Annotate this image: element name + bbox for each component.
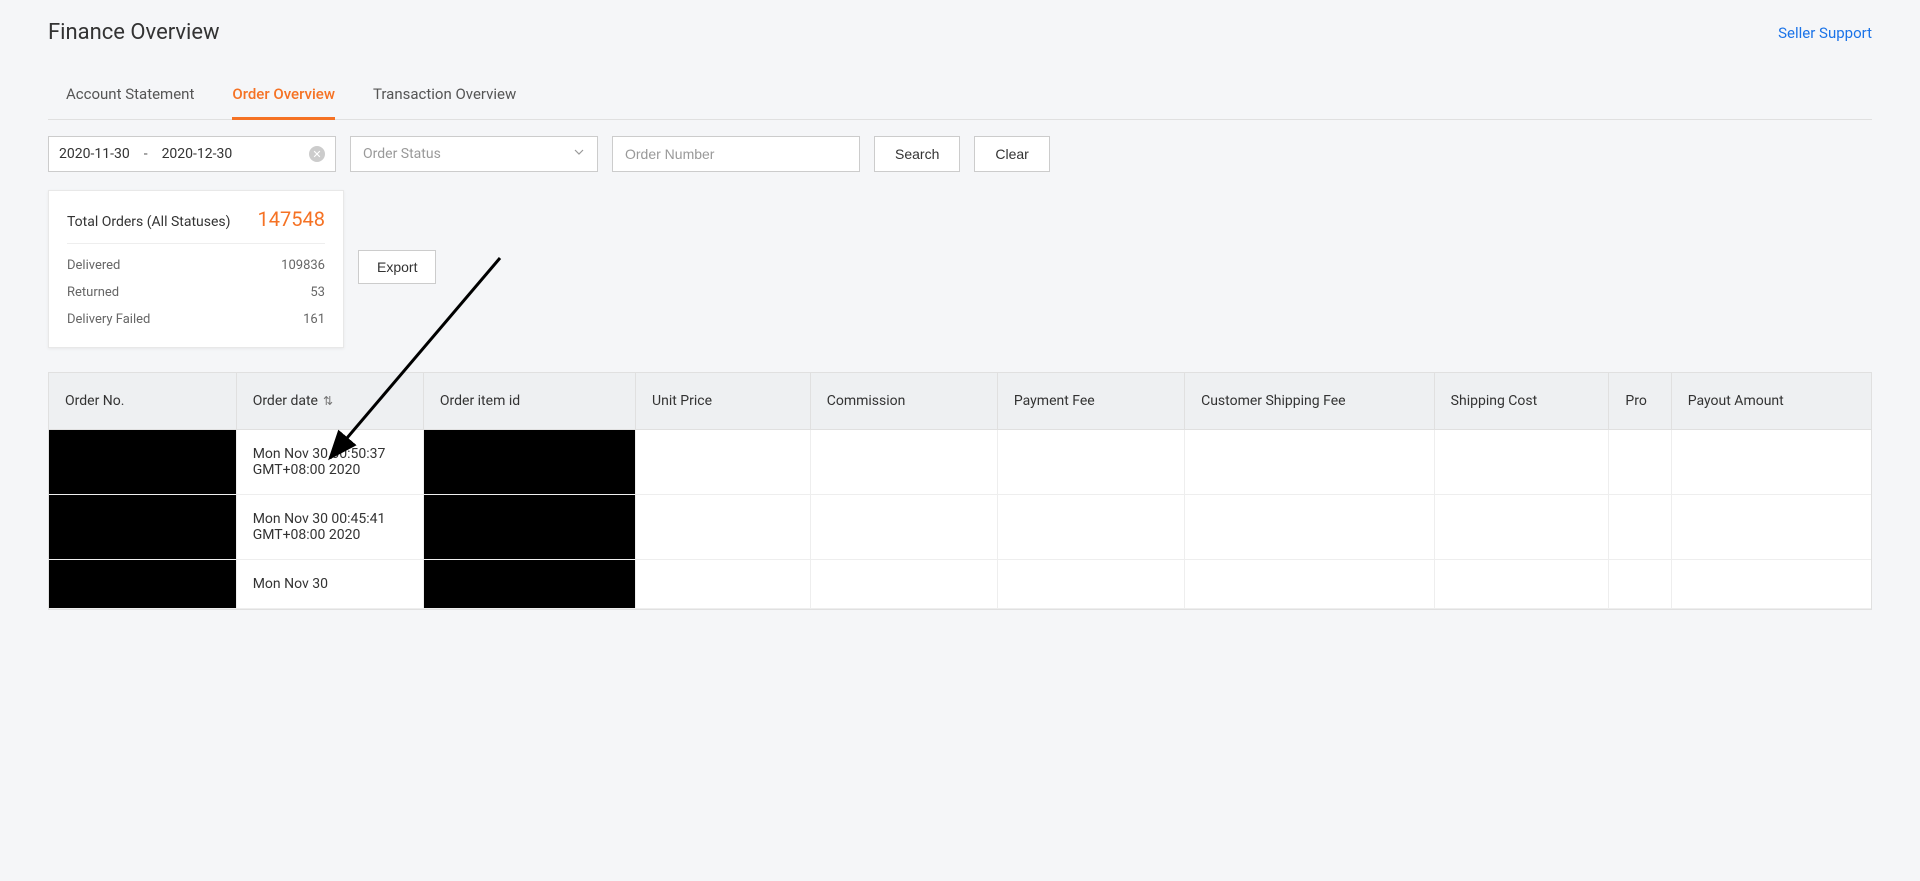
tab-transaction-overview[interactable]: Transaction Overview bbox=[373, 75, 516, 120]
col-order-item-id[interactable]: Order item id bbox=[423, 373, 635, 430]
summary-value: 161 bbox=[303, 312, 325, 327]
date-separator: - bbox=[144, 146, 148, 162]
cell-promo bbox=[1609, 430, 1671, 495]
clear-date-icon[interactable]: ✕ bbox=[309, 146, 325, 162]
cell-payout-amount bbox=[1671, 495, 1871, 560]
order-status-placeholder: Order Status bbox=[363, 146, 441, 162]
summary-total: 147548 bbox=[258, 207, 325, 231]
chevron-down-icon bbox=[573, 146, 585, 162]
col-promo[interactable]: Pro bbox=[1609, 373, 1671, 430]
cell-order-no-redacted bbox=[49, 495, 236, 560]
table-row[interactable]: Mon Nov 30 00:50:37 GMT+08:00 2020 bbox=[49, 430, 1871, 495]
export-button[interactable]: Export bbox=[358, 250, 436, 284]
summary-title: Total Orders (All Statuses) bbox=[67, 214, 231, 230]
cell-payment-fee bbox=[997, 495, 1184, 560]
cell-customer-shipping-fee bbox=[1185, 560, 1435, 609]
table-row[interactable]: Mon Nov 30 bbox=[49, 560, 1871, 609]
summary-label: Returned bbox=[67, 285, 119, 300]
summary-card: Total Orders (All Statuses) 147548 Deliv… bbox=[48, 190, 344, 348]
cell-payout-amount bbox=[1671, 560, 1871, 609]
cell-unit-price bbox=[636, 560, 811, 609]
summary-row-delivery-failed: Delivery Failed 161 bbox=[67, 306, 325, 333]
cell-shipping-cost bbox=[1434, 495, 1609, 560]
cell-order-no-redacted bbox=[49, 560, 236, 609]
date-range-picker[interactable]: 2020-11-30 - 2020-12-30 ✕ bbox=[48, 136, 336, 172]
orders-table: Order No. Order date ⇅ Order item id Uni… bbox=[48, 372, 1872, 610]
cell-order-item-id-redacted bbox=[423, 495, 635, 560]
cell-shipping-cost bbox=[1434, 560, 1609, 609]
col-commission[interactable]: Commission bbox=[810, 373, 997, 430]
seller-support-link[interactable]: Seller Support bbox=[1778, 24, 1872, 42]
summary-label: Delivery Failed bbox=[67, 312, 150, 327]
cell-commission bbox=[810, 560, 997, 609]
cell-commission bbox=[810, 430, 997, 495]
cell-order-item-id-redacted bbox=[423, 560, 635, 609]
cell-payment-fee bbox=[997, 430, 1184, 495]
cell-promo bbox=[1609, 495, 1671, 560]
col-order-date-label: Order date bbox=[253, 393, 318, 409]
col-order-no[interactable]: Order No. bbox=[49, 373, 236, 430]
cell-payment-fee bbox=[997, 560, 1184, 609]
summary-value: 53 bbox=[310, 285, 325, 300]
cell-order-date: Mon Nov 30 bbox=[236, 560, 423, 609]
tabs: Account Statement Order Overview Transac… bbox=[48, 75, 1872, 120]
summary-label: Delivered bbox=[67, 258, 120, 273]
table-row[interactable]: Mon Nov 30 00:45:41 GMT+08:00 2020 bbox=[49, 495, 1871, 560]
summary-value: 109836 bbox=[281, 258, 325, 273]
cell-order-no-redacted bbox=[49, 430, 236, 495]
summary-row-delivered: Delivered 109836 bbox=[67, 252, 325, 279]
cell-commission bbox=[810, 495, 997, 560]
tab-order-overview[interactable]: Order Overview bbox=[232, 75, 335, 120]
cell-promo bbox=[1609, 560, 1671, 609]
col-order-date[interactable]: Order date ⇅ bbox=[236, 373, 423, 430]
order-status-select[interactable]: Order Status bbox=[350, 136, 598, 172]
col-unit-price[interactable]: Unit Price bbox=[636, 373, 811, 430]
sort-icon[interactable]: ⇅ bbox=[320, 394, 333, 408]
search-button[interactable]: Search bbox=[874, 136, 960, 172]
col-payment-fee[interactable]: Payment Fee bbox=[997, 373, 1184, 430]
cell-unit-price bbox=[636, 495, 811, 560]
date-from: 2020-11-30 bbox=[59, 146, 130, 162]
cell-customer-shipping-fee bbox=[1185, 495, 1435, 560]
cell-customer-shipping-fee bbox=[1185, 430, 1435, 495]
cell-payout-amount bbox=[1671, 430, 1871, 495]
cell-shipping-cost bbox=[1434, 430, 1609, 495]
cell-unit-price bbox=[636, 430, 811, 495]
date-to: 2020-12-30 bbox=[162, 146, 233, 162]
summary-row-returned: Returned 53 bbox=[67, 279, 325, 306]
col-customer-shipping-fee[interactable]: Customer Shipping Fee bbox=[1185, 373, 1435, 430]
order-number-input[interactable] bbox=[612, 136, 860, 172]
clear-button[interactable]: Clear bbox=[974, 136, 1049, 172]
col-shipping-cost[interactable]: Shipping Cost bbox=[1434, 373, 1609, 430]
page-title: Finance Overview bbox=[48, 20, 220, 45]
cell-order-item-id-redacted bbox=[423, 430, 635, 495]
filter-bar: 2020-11-30 - 2020-12-30 ✕ Order Status S… bbox=[48, 136, 1872, 172]
tab-account-statement[interactable]: Account Statement bbox=[66, 75, 194, 120]
col-payout-amount[interactable]: Payout Amount bbox=[1671, 373, 1871, 430]
cell-order-date: Mon Nov 30 00:45:41 GMT+08:00 2020 bbox=[236, 495, 423, 560]
cell-order-date: Mon Nov 30 00:50:37 GMT+08:00 2020 bbox=[236, 430, 423, 495]
